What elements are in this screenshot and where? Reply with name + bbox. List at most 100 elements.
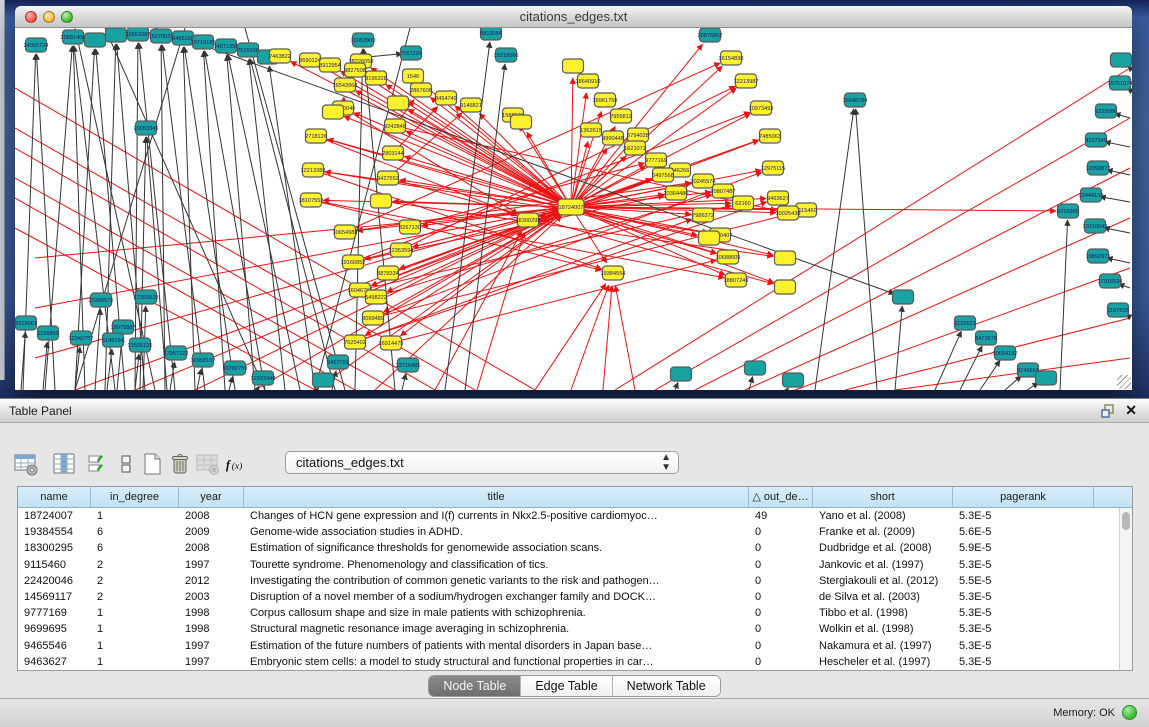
table-cell[interactable]: Tibbo et al. (1998)	[813, 605, 953, 621]
merge-rows-icon[interactable]	[112, 450, 139, 477]
network-window-titlebar[interactable]: citations_edges.txt	[15, 6, 1132, 28]
table-cell[interactable]: 9115460	[18, 557, 91, 573]
table-cell[interactable]: Tourette syndrome. Phenomenology and cla…	[244, 557, 749, 573]
table-cell[interactable]: 5.3E-5	[953, 557, 1094, 573]
table-cell[interactable]: 2003	[179, 589, 244, 605]
table-cell[interactable]: 22420046	[18, 573, 91, 589]
graph-node[interactable]	[671, 367, 692, 381]
column-header-in_degree[interactable]: in_degree	[91, 487, 179, 507]
column-header-pagerank[interactable]: pagerank	[953, 487, 1094, 507]
table-cell[interactable]: 9777169	[18, 605, 91, 621]
column-header-title[interactable]: title	[244, 487, 749, 507]
graph-node[interactable]	[893, 290, 914, 304]
graph-node[interactable]	[775, 280, 796, 294]
table-cell[interactable]: 9465546	[18, 638, 91, 654]
table-cell[interactable]: 5.3E-5	[953, 654, 1094, 670]
table-cell[interactable]: 5.5E-5	[953, 573, 1094, 589]
tab-edge-table[interactable]: Edge Table	[521, 676, 612, 696]
table-cell[interactable]: 2008	[179, 540, 244, 556]
table-cell[interactable]: Structural magnetic resonance image aver…	[244, 621, 749, 637]
table-row[interactable]: 1938455462009Genome-wide association stu…	[18, 524, 1132, 540]
table-cell[interactable]: Wolkin et al. (1998)	[813, 621, 953, 637]
table-row[interactable]: 969969511998Structural magnetic resonanc…	[18, 621, 1132, 637]
table-cell[interactable]: Genome-wide association studies in ADHD.	[244, 524, 749, 540]
table-cell[interactable]: 9463627	[18, 654, 91, 670]
table-cell[interactable]: 0	[749, 638, 813, 654]
table-cell[interactable]: 2008	[179, 508, 244, 524]
function-builder-icon[interactable]: f(x)	[224, 450, 251, 477]
table-cell[interactable]: Nakamura et al. (1997)	[813, 638, 953, 654]
table-row[interactable]: 977716911998Corpus callosum shape and si…	[18, 605, 1132, 621]
table-cell[interactable]: 0	[749, 621, 813, 637]
table-cell[interactable]: 0	[749, 573, 813, 589]
tab-network-table[interactable]: Network Table	[613, 676, 720, 696]
table-cell[interactable]: 1	[91, 508, 179, 524]
table-cell[interactable]: 2	[91, 589, 179, 605]
graph-node[interactable]	[783, 373, 804, 387]
graph-node[interactable]	[85, 33, 106, 47]
table-cell[interactable]: 1	[91, 654, 179, 670]
table-cell[interactable]: Investigating the contribution of common…	[244, 573, 749, 589]
table-cell[interactable]: 0	[749, 589, 813, 605]
graph-node[interactable]	[1111, 53, 1132, 67]
table-cell[interactable]: Disruption of a novel member of a sodium…	[244, 589, 749, 605]
table-row[interactable]: 911546021997Tourette syndrome. Phenomeno…	[18, 557, 1132, 573]
table-cell[interactable]: Embryonic stem cells: a model to study s…	[244, 654, 749, 670]
graph-node[interactable]	[313, 373, 334, 387]
graph-node[interactable]	[388, 96, 409, 110]
column-header-out_de[interactable]: △ out_de…	[749, 487, 813, 507]
table-settings-icon[interactable]	[12, 450, 39, 477]
table-cell[interactable]: Dudbridge et al. (2008)	[813, 540, 953, 556]
table-cell[interactable]: 1	[91, 621, 179, 637]
table-cell[interactable]: Stergiakouli et al. (2012)	[813, 573, 953, 589]
column-header-name[interactable]: name	[18, 487, 91, 507]
table-vertical-scrollbar[interactable]	[1119, 508, 1132, 670]
table-cell[interactable]: 18724007	[18, 508, 91, 524]
memory-status-indicator[interactable]	[1122, 705, 1137, 720]
table-cell[interactable]: 5.3E-5	[953, 605, 1094, 621]
table-cell[interactable]: 0	[749, 540, 813, 556]
table-cell[interactable]: Estimation of significance thresholds fo…	[244, 540, 749, 556]
table-cell[interactable]: 6	[91, 540, 179, 556]
table-cell[interactable]: 0	[749, 557, 813, 573]
table-cell[interactable]: 0	[749, 524, 813, 540]
close-panel-icon[interactable]: ✕	[1125, 402, 1137, 419]
graph-node[interactable]	[1036, 371, 1057, 385]
table-cell[interactable]: 2	[91, 573, 179, 589]
table-cell[interactable]: 2	[91, 557, 179, 573]
table-cell[interactable]: 1	[91, 605, 179, 621]
table-cell[interactable]: 1997	[179, 557, 244, 573]
column-header-year[interactable]: year	[179, 487, 244, 507]
table-cell[interactable]: Yano et al. (2008)	[813, 508, 953, 524]
table-cell[interactable]: 19384554	[18, 524, 91, 540]
column-header-short[interactable]: short	[813, 487, 953, 507]
table-cell[interactable]: 1998	[179, 605, 244, 621]
table-row[interactable]: 1872400712008Changes of HCN gene express…	[18, 508, 1132, 524]
show-columns-icon[interactable]	[50, 450, 77, 477]
table-cell[interactable]: 9699695	[18, 621, 91, 637]
table-cell[interactable]: 0	[749, 605, 813, 621]
table-cell[interactable]: 5.3E-5	[953, 508, 1094, 524]
table-cell[interactable]: 5.3E-5	[953, 638, 1094, 654]
table-cell[interactable]: Changes of HCN gene expression and I(f) …	[244, 508, 749, 524]
table-cell[interactable]: 5.3E-5	[953, 589, 1094, 605]
graph-node[interactable]	[745, 361, 766, 375]
create-table-icon[interactable]	[138, 450, 165, 477]
table-cell[interactable]: 49	[749, 508, 813, 524]
graph-node[interactable]	[775, 251, 796, 265]
delete-table-icon[interactable]	[166, 450, 193, 477]
collapsed-panel-strip[interactable]	[0, 0, 5, 380]
float-panel-icon[interactable]	[1101, 404, 1115, 418]
resize-grip[interactable]	[1117, 375, 1131, 389]
network-canvas[interactable]: 2405572420691406106532871527802764661601…	[15, 28, 1132, 390]
table-cell[interactable]: 18300295	[18, 540, 91, 556]
table-row[interactable]: 946362711997Embryonic stem cells: a mode…	[18, 654, 1132, 670]
table-cell[interactable]: 2009	[179, 524, 244, 540]
table-cell[interactable]: 6	[91, 524, 179, 540]
table-cell[interactable]: 5.6E-5	[953, 524, 1094, 540]
table-cell[interactable]: 1998	[179, 621, 244, 637]
table-cell[interactable]: Franke et al. (2009)	[813, 524, 953, 540]
select-rows-icon[interactable]	[84, 450, 111, 477]
table-cell[interactable]: Hescheler et al. (1997)	[813, 654, 953, 670]
table-cell[interactable]: 5.9E-5	[953, 540, 1094, 556]
